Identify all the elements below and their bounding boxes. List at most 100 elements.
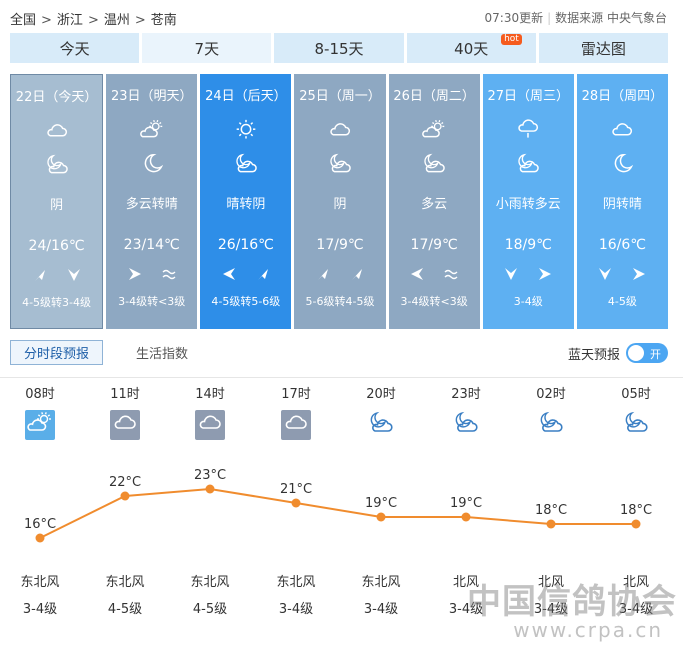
day-temperature: 17/9℃	[316, 237, 364, 253]
cloud-icon	[608, 118, 636, 140]
tab-8-15-days[interactable]: 8-15天	[274, 33, 404, 63]
day-weather-desc: 小雨转多云	[495, 197, 561, 212]
day-wind-level: 5-6级转4-5级	[305, 295, 375, 308]
sub-tabs: 分时段预报 生活指数 蓝天预报 开	[10, 340, 668, 367]
sun-cloud-icon	[138, 118, 166, 140]
day-card[interactable]: 26日（周二） 多云 17/9℃ 3-4级转<3级	[388, 74, 480, 329]
day-wind-level: 3-4级转<3级	[118, 295, 186, 308]
breadcrumb-item-country[interactable]: 全国	[10, 9, 36, 28]
day-wind-level: 3-4级	[513, 295, 543, 308]
moon-cloud-icon	[621, 410, 651, 440]
hour-time: 14时	[195, 387, 225, 402]
blue-sky-label: 蓝天预报	[567, 347, 620, 363]
breadcrumb: 全国 > 浙江 > 温州 > 苍南	[10, 9, 177, 28]
moon-cloud-icon	[420, 152, 448, 174]
wind-direction	[11, 267, 102, 283]
cloud-icon	[195, 410, 225, 440]
day-card[interactable]: 28日（周四） 阴转晴 16/6℃ 4-5级	[576, 74, 668, 329]
sun-cloud-icon	[420, 118, 448, 140]
wind-direction	[389, 266, 480, 282]
tab-label: 生活指数	[135, 347, 188, 362]
day-card[interactable]: 27日（周三） 小雨转多云 18/9℃ 3-4级	[482, 74, 574, 329]
moon-icon	[138, 152, 166, 174]
hour-wind-direction: 东北风	[20, 575, 60, 590]
breadcrumb-item-city[interactable]: 温州	[104, 9, 130, 28]
wind-direction	[294, 266, 385, 282]
forecast-tabs: 今天 7天 8-15天 40天 hot 雷达图	[10, 33, 669, 63]
day-wind-level: 4-5级转5-6级	[211, 295, 281, 308]
cloud-icon	[326, 118, 354, 140]
hour-time: 05时	[621, 387, 651, 402]
breadcrumb-separator: >	[134, 13, 146, 28]
wind-arrow-ne-icon	[349, 266, 365, 282]
wind-arrow-ne-icon	[32, 267, 48, 283]
day-card[interactable]: 22日（今天） 阴 24/16℃ 4-5级转3-4级	[10, 74, 104, 329]
day-wind-level: 4-5级	[607, 295, 637, 308]
day-temperature: 18/9℃	[504, 237, 552, 253]
tab-radar[interactable]: 雷达图	[538, 33, 669, 63]
breadcrumb-item-county: 苍南	[150, 13, 177, 28]
cloud-icon	[110, 410, 140, 440]
wind-direction	[106, 266, 197, 282]
wind-arrow-down-icon	[503, 266, 519, 282]
hour-wind-direction: 东北风	[276, 575, 316, 590]
day-wind-level: 3-4级转<3级	[400, 295, 468, 308]
wind-direction	[200, 266, 291, 282]
day-temperature: 24/16℃	[28, 238, 85, 254]
day-weather-desc: 阴	[50, 198, 64, 213]
blue-sky-forecast: 蓝天预报 开	[568, 343, 668, 363]
moon-cloud-icon	[451, 410, 481, 440]
tab-life-index[interactable]: 生活指数	[122, 340, 202, 365]
day-date: 27日（周三）	[487, 89, 570, 104]
moon-cloud-icon	[366, 410, 396, 440]
day-date: 28日（周四）	[581, 89, 664, 104]
hour-wind-direction: 东北风	[361, 575, 401, 590]
tab-label: 8-15天	[314, 39, 364, 58]
daily-forecast: 22日（今天） 阴 24/16℃ 4-5级转3-4级 23日（明天） 多云转晴 23/14℃…	[10, 74, 668, 329]
breadcrumb-separator: >	[41, 13, 52, 28]
hour-wind-level: 3-4级	[363, 602, 399, 617]
tab-today[interactable]: 今天	[10, 33, 140, 63]
tab-label: 今天	[59, 39, 90, 58]
meta-divider: |	[547, 11, 552, 25]
day-date: 22日（今天）	[15, 90, 98, 105]
breadcrumb-item-province[interactable]: 浙江	[57, 9, 83, 28]
tab-40-days[interactable]: 40天 hot	[406, 33, 536, 63]
breadcrumb-separator: >	[87, 13, 99, 28]
day-weather-desc: 晴转阴	[226, 197, 266, 212]
wind-arrow-down-icon	[66, 267, 82, 283]
day-card[interactable]: 23日（明天） 多云转晴 23/14℃ 3-4级转<3级	[106, 74, 198, 329]
hour-wind-level: 3-4级	[22, 602, 58, 617]
wind-arrow-left-icon	[409, 266, 425, 282]
toggle-label: 开	[650, 348, 661, 361]
hourly-column: 14时 东北风 4-5级	[175, 385, 245, 645]
hour-time: 17时	[281, 387, 311, 402]
wind-wave-icon	[161, 266, 177, 282]
hour-time: 08时	[25, 387, 55, 402]
wind-direction	[577, 266, 668, 282]
hourly-column: 08时东北风 3-4级	[5, 385, 75, 645]
data-source: 数据来源 中央气象台	[555, 11, 667, 25]
wind-wave-icon	[443, 266, 459, 282]
sun-cloud-icon	[25, 410, 55, 440]
wind-arrow-left-icon	[221, 266, 237, 282]
day-card[interactable]: 25日（周一） 阴 17/9℃ 5-6级转4-5级	[294, 74, 386, 329]
wind-arrow-right-icon	[127, 266, 143, 282]
wind-arrow-right-icon	[537, 266, 553, 282]
moon-cloud-icon	[514, 152, 542, 174]
hour-wind-direction: 东北风	[105, 575, 145, 590]
tab-7-days[interactable]: 7天	[142, 33, 272, 63]
moon-cloud-icon	[536, 410, 566, 440]
day-date: 24日（后天）	[205, 89, 287, 104]
day-weather-desc: 阴	[333, 197, 347, 212]
hourly-column: 17时 东北风 3-4级	[261, 385, 331, 645]
blue-sky-toggle[interactable]: 开	[626, 343, 668, 363]
cloud-icon	[281, 410, 311, 440]
wind-arrow-ne-icon	[255, 266, 271, 282]
day-card[interactable]: 24日（后天） 晴转阴 26/16℃ 4-5级转5-6级	[200, 74, 292, 329]
day-weather-desc: 多云转晴	[125, 197, 178, 212]
day-date: 26日（周二）	[393, 89, 475, 104]
tab-hourly-forecast[interactable]: 分时段预报	[10, 340, 103, 365]
day-temperature: 17/9℃	[410, 237, 458, 253]
cloud-icon	[43, 119, 71, 141]
